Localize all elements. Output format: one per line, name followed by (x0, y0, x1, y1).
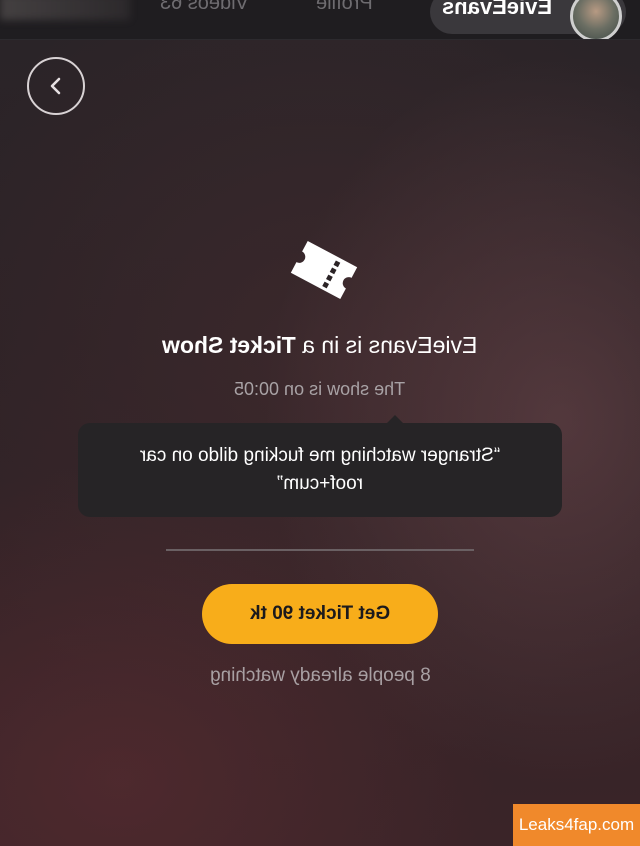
watching-text: 8 people already watching (209, 665, 431, 686)
show-title: EvieEvans is in a Ticket Show (0, 332, 640, 359)
watermark-logo: Leaks4fap.com (513, 804, 640, 846)
get-ticket-button[interactable]: Get Ticket 90 tk (202, 584, 438, 644)
get-ticket-label: Get Ticket 90 tk (249, 603, 391, 624)
tab-profile[interactable]: Profile (316, 0, 373, 15)
divider (166, 549, 474, 551)
top-bar: Videos 63 Profile EvieEvans (0, 0, 640, 40)
back-button[interactable] (27, 57, 85, 115)
tab-videos[interactable]: Videos 63 (160, 0, 249, 15)
show-status: The show is on 00:05 (0, 379, 640, 400)
watching-count: 8 people already watching (0, 665, 640, 687)
show-topic-tooltip: “Stranger watching me fucking dildo on c… (78, 415, 562, 517)
show-status-text: The show is on 00:05 (234, 379, 406, 399)
ticket-icon (290, 240, 358, 300)
user-pill[interactable]: EvieEvans (430, 0, 626, 39)
avatar[interactable] (570, 0, 622, 39)
show-topic-text: “Stranger watching me fucking dildo on c… (139, 445, 501, 494)
chevron-left-icon (50, 77, 61, 95)
title-name: EvieEvans is in a (302, 332, 478, 358)
blurred-logo (0, 0, 130, 20)
username: EvieEvans (442, 0, 553, 19)
title-ticket-show: Ticket Show (162, 332, 297, 358)
